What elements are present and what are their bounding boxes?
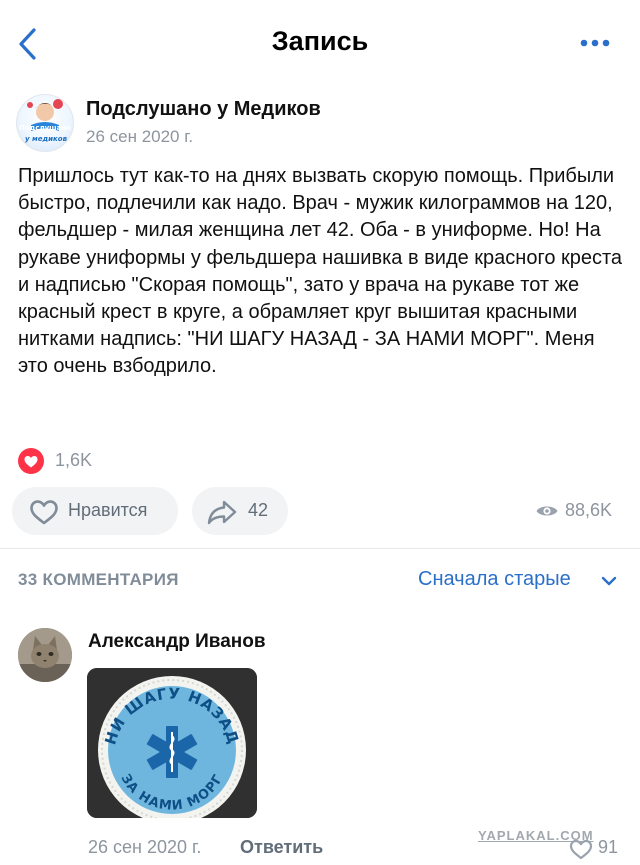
views-count: 88,6K: [565, 500, 613, 520]
share-arrow-icon: [207, 500, 237, 525]
more-dots-icon: [580, 39, 610, 47]
comment-image[interactable]: НИ ШАГУ НАЗАД ЗА НАМИ МОРГ: [87, 668, 257, 818]
comments-count: 33 КОММЕНТАРИЯ: [18, 570, 179, 589]
post-text: Пришлось тут как-то на днях вызвать скор…: [18, 165, 623, 378]
reply-button[interactable]: Ответить: [240, 837, 323, 858]
patch-image: НИ ШАГУ НАЗАД ЗА НАМИ МОРГ: [87, 668, 257, 818]
heart-outline-icon: [30, 500, 58, 525]
page-title: Запись: [271, 26, 369, 56]
comment-date: 26 сен 2020 г.: [88, 837, 202, 857]
group-name[interactable]: Подслушано у Медиков: [86, 98, 321, 121]
group-logo-icon: Подслушано у медиков: [19, 99, 71, 143]
section-divider: [0, 548, 640, 549]
more-button[interactable]: [578, 32, 614, 54]
heart-outline-icon: [569, 839, 593, 860]
share-button[interactable]: 42: [192, 487, 288, 535]
cat-avatar-icon: [18, 628, 72, 682]
comment-like-count: 91: [598, 837, 619, 857]
svg-text:у медиков: у медиков: [25, 135, 68, 143]
comment-like-button[interactable]: 91: [568, 836, 628, 862]
post-date: 26 сен 2020 г.: [86, 127, 194, 146]
share-count: 42: [248, 500, 269, 520]
group-avatar[interactable]: Подслушано у медиков: [16, 94, 74, 152]
reaction-count[interactable]: 1,6K: [55, 450, 92, 471]
like-button[interactable]: Нравится: [12, 487, 178, 535]
eye-icon: [536, 506, 558, 516]
svg-text:Подслушано: Подслушано: [19, 124, 71, 132]
like-label: Нравится: [68, 500, 148, 520]
reaction-heart-badge[interactable]: [18, 448, 44, 474]
top-bar: Запись: [0, 0, 640, 88]
heart-icon: [24, 456, 38, 468]
sort-label: Сначала старые: [418, 568, 571, 590]
chevron-down-icon: [601, 576, 617, 586]
comment-avatar[interactable]: [18, 628, 72, 682]
comments-sort-button[interactable]: Сначала старые: [418, 568, 623, 594]
comment-author[interactable]: Александр Иванов: [88, 631, 266, 653]
